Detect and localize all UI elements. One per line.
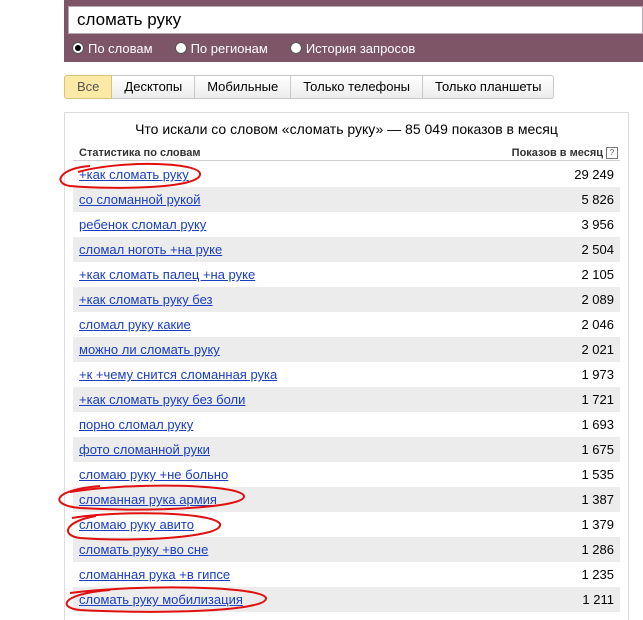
device-tabs: Все Десктопы Мобильные Только телефоны Т… <box>64 75 555 99</box>
word-stats-panel: Что искали со словом «сломать руку» — 85… <box>64 112 629 620</box>
table-row: сломанная рука +в гипсе 1 235 <box>73 562 620 587</box>
radio-unchecked-icon <box>174 42 187 54</box>
radio-label: По словам <box>88 40 153 56</box>
table-row: +к +чему снится сломанная рука 1 973 <box>73 362 620 387</box>
radio-label: История запросов <box>305 40 416 56</box>
impressions-count: 1 211 <box>582 592 614 607</box>
radio-by-regions[interactable]: По регионам <box>174 40 268 56</box>
query-link[interactable]: сломал ноготь +на руке <box>79 242 222 257</box>
radio-checked-icon <box>72 42 84 54</box>
impressions-count: 1 286 <box>581 542 614 557</box>
table-row: сломал руку какие 2 046 <box>73 312 620 337</box>
query-link[interactable]: сломаю руку +не больно <box>79 467 228 482</box>
table-row: сломал ноготь +на руке 2 504 <box>73 237 620 262</box>
query-link[interactable]: +к +чему снится сломанная рука <box>79 367 277 382</box>
table-row: сломаю руку +не больно 1 535 <box>73 462 620 487</box>
search-box <box>68 6 643 34</box>
radio-label: По регионам <box>190 40 268 56</box>
query-link[interactable]: ребенок сломал руку <box>79 217 206 232</box>
impressions-count: 2 105 <box>581 267 614 282</box>
table-row: +как сломать руку 29 249 <box>73 162 620 187</box>
query-link[interactable]: фото сломанной руки <box>79 442 210 457</box>
column-header-words: Статистика по словам <box>79 147 201 159</box>
impressions-count: 2 089 <box>581 292 614 307</box>
table-row: +как сломать руку без 2 089 <box>73 287 620 312</box>
help-icon[interactable]: ? <box>606 147 618 159</box>
column-header-impressions: Показов в месяц ? <box>512 147 618 159</box>
impressions-count: 1 675 <box>581 442 614 457</box>
impressions-count: 2 504 <box>581 242 614 257</box>
table-row: можно ли сломать руку 2 021 <box>73 337 620 362</box>
panel-title: Что искали со словом «сломать руку» — 85… <box>135 121 558 137</box>
impressions-count: 3 956 <box>581 217 614 232</box>
radio-query-history[interactable]: История запросов <box>289 40 416 56</box>
query-link[interactable]: сломанная рука армия <box>79 492 217 507</box>
query-link[interactable]: со сломанной рукой <box>79 192 201 207</box>
query-link[interactable]: порно сломал руку <box>79 417 193 432</box>
impressions-count: 1 535 <box>581 467 614 482</box>
tab-tablets-only[interactable]: Только планшеты <box>423 75 555 99</box>
query-link[interactable]: сломаю руку авито <box>79 517 194 532</box>
query-link[interactable]: сломанная рука +в гипсе <box>79 567 230 582</box>
impressions-count: 1 235 <box>581 567 614 582</box>
search-header: По словам По регионам История запросов <box>64 0 643 62</box>
query-link[interactable]: +как сломать руку без <box>79 292 213 307</box>
impressions-count: 1 693 <box>581 417 614 432</box>
table-row: сломать руку мобилизация 1 211 <box>73 587 620 612</box>
table-row: +как сломать палец +на руке 2 105 <box>73 262 620 287</box>
tab-phones-only[interactable]: Только телефоны <box>291 75 424 99</box>
impressions-count: 1 973 <box>581 367 614 382</box>
query-link[interactable]: сломать руку мобилизация <box>79 592 243 607</box>
impressions-count: 1 387 <box>581 492 614 507</box>
query-link[interactable]: сломать руку +во сне <box>79 542 208 557</box>
table-row: порно сломал руку 1 693 <box>73 412 620 437</box>
query-link[interactable]: сломал руку какие <box>79 317 191 332</box>
table-row: ребенок сломал руку 3 956 <box>73 212 620 237</box>
impressions-count: 2 021 <box>581 342 614 357</box>
tab-desktops[interactable]: Десктопы <box>112 75 196 99</box>
tab-mobile[interactable]: Мобильные <box>195 75 292 99</box>
impressions-count: 2 046 <box>581 317 614 332</box>
table-row: сломать руку +во сне 1 286 <box>73 537 620 562</box>
table-row: +как сломать руку без боли 1 721 <box>73 387 620 412</box>
query-link[interactable]: можно ли сломать руку <box>79 342 220 357</box>
tab-all[interactable]: Все <box>64 75 113 99</box>
header-divider <box>73 160 620 161</box>
query-link[interactable]: +как сломать руку <box>79 167 189 182</box>
search-input[interactable] <box>69 7 642 33</box>
impressions-count: 1 721 <box>581 392 614 407</box>
table-row: сломанная рука армия 1 387 <box>73 487 620 512</box>
impressions-count: 5 826 <box>581 192 614 207</box>
table-row: фото сломанной руки 1 675 <box>73 437 620 462</box>
radio-unchecked-icon <box>289 42 302 54</box>
table-row: со сломанной рукой 5 826 <box>73 187 620 212</box>
radio-by-words[interactable]: По словам <box>72 41 153 56</box>
table-row: сломаю руку авито 1 379 <box>73 512 620 537</box>
impressions-count: 29 249 <box>574 167 614 182</box>
impressions-count: 1 379 <box>581 517 614 532</box>
stats-table: +как сломать руку 29 249 со сломанной руко… <box>73 162 620 612</box>
column-header-label: Показов в месяц <box>511 147 603 159</box>
query-link[interactable]: +как сломать палец +на руке <box>79 267 255 282</box>
query-link[interactable]: +как сломать руку без боли <box>79 392 245 407</box>
search-mode-group: По словам По регионам История запросов <box>72 39 437 57</box>
